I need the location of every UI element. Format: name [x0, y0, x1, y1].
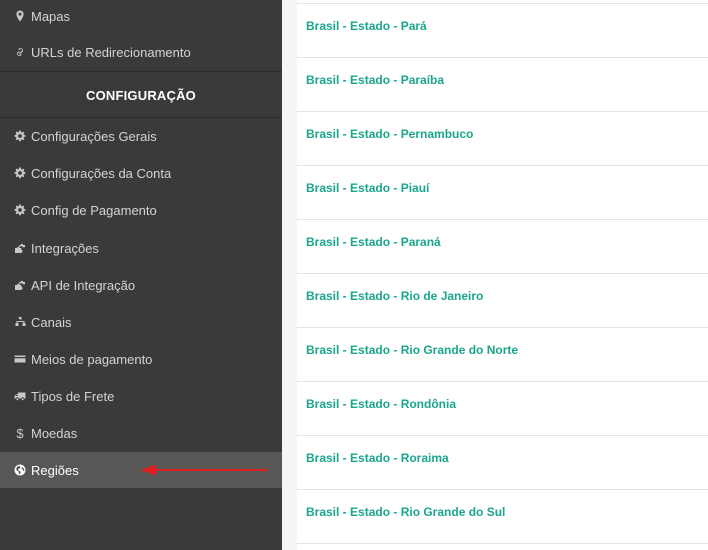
region-link[interactable]: Brasil - Estado - Paraná	[306, 235, 441, 249]
list-item: Brasil - Estado - Paraná	[297, 219, 708, 273]
list-item: Brasil - Estado - Rondônia	[297, 381, 708, 435]
gear-icon	[13, 203, 27, 217]
sidebar-item-label: Mapas	[31, 8, 71, 24]
link-icon	[13, 45, 27, 59]
sitemap-icon	[13, 315, 27, 329]
sidebar-item-configuracoes-gerais[interactable]: Configurações Gerais	[0, 118, 282, 154]
gear-icon	[13, 166, 27, 180]
region-link[interactable]: Brasil - Estado - Paraíba	[306, 73, 444, 87]
list-item: Brasil - Estado - Roraima	[297, 435, 708, 489]
region-link[interactable]: Brasil - Estado - Roraima	[306, 451, 449, 465]
region-link[interactable]: Brasil - Estado - Rondônia	[306, 397, 456, 411]
sidebar-divider	[0, 71, 282, 72]
list-item	[297, 543, 708, 550]
sidebar-item-label: Config de Pagamento	[31, 202, 157, 218]
map-marker-icon	[13, 9, 27, 23]
sidebar-item-canais[interactable]: Canais	[0, 304, 282, 340]
region-link[interactable]: Brasil - Estado - Rio Grande do Norte	[306, 343, 518, 357]
sidebar-item-label: Meios de pagamento	[31, 351, 153, 367]
region-link[interactable]: Brasil - Estado - Rio de Janeiro	[306, 289, 483, 303]
sidebar-item-config-pagamento[interactable]: Config de Pagamento	[0, 192, 282, 228]
sidebar-item-urls-redirecionamento[interactable]: URLs de Redirecionamento	[0, 34, 282, 70]
gear-icon	[13, 129, 27, 143]
sidebar-item-label: Configurações Gerais	[31, 128, 157, 144]
sidebar-item-label: Tipos de Frete	[31, 388, 115, 404]
list-item: Brasil - Estado - Pará	[297, 3, 708, 57]
region-link[interactable]: Brasil - Estado - Piauí	[306, 181, 429, 195]
sidebar-item-api-integracao[interactable]: API de Integração	[0, 267, 282, 303]
sidebar-item-integracoes[interactable]: Integrações	[0, 230, 282, 266]
sidebar-item-label: Moedas	[31, 425, 78, 441]
sidebar-item-label: Integrações	[31, 240, 99, 256]
list-item: Brasil - Estado - Paraíba	[297, 57, 708, 111]
list-item: Brasil - Estado - Piauí	[297, 165, 708, 219]
sidebar-item-label: Canais	[31, 314, 72, 330]
truck-icon	[13, 389, 27, 403]
list-item: Brasil - Estado - Rio Grande do Norte	[297, 327, 708, 381]
region-link[interactable]: Brasil - Estado - Pernambuco	[306, 127, 473, 141]
sidebar-item-moedas[interactable]: $ Moedas	[0, 415, 282, 451]
sidebar-item-meios-pagamento[interactable]: Meios de pagamento	[0, 341, 282, 377]
dollar-icon: $	[16, 425, 24, 441]
annotation-arrow-icon	[140, 464, 268, 476]
credit-card-icon	[13, 352, 27, 366]
sidebar-item-mapas[interactable]: Mapas	[0, 0, 282, 34]
puzzle-icon	[13, 241, 27, 255]
sidebar-item-tipos-frete[interactable]: Tipos de Frete	[0, 378, 282, 414]
sidebar-item-label: Regiões	[31, 462, 79, 478]
section-title: CONFIGURAÇÃO	[85, 87, 196, 103]
sidebar: Mapas URLs de Redirecionamento CONFIGURA…	[0, 0, 282, 550]
regions-list: Brasil - Estado - Pará Brasil - Estado -…	[297, 0, 708, 550]
list-item: Brasil - Estado - Rio de Janeiro	[297, 273, 708, 327]
region-link[interactable]: Brasil - Estado - Rio Grande do Sul	[306, 505, 505, 519]
sidebar-item-configuracoes-conta[interactable]: Configurações da Conta	[0, 155, 282, 191]
list-item: Brasil - Estado - Pernambuco	[297, 111, 708, 165]
sidebar-item-label: Configurações da Conta	[31, 165, 172, 181]
sidebar-item-label: URLs de Redirecionamento	[31, 44, 191, 60]
sidebar-item-label: API de Integração	[31, 277, 136, 293]
region-link[interactable]: Brasil - Estado - Pará	[306, 19, 427, 33]
list-item: Brasil - Estado - Rio Grande do Sul	[297, 489, 708, 543]
puzzle-icon	[13, 278, 27, 292]
globe-icon	[13, 463, 27, 477]
